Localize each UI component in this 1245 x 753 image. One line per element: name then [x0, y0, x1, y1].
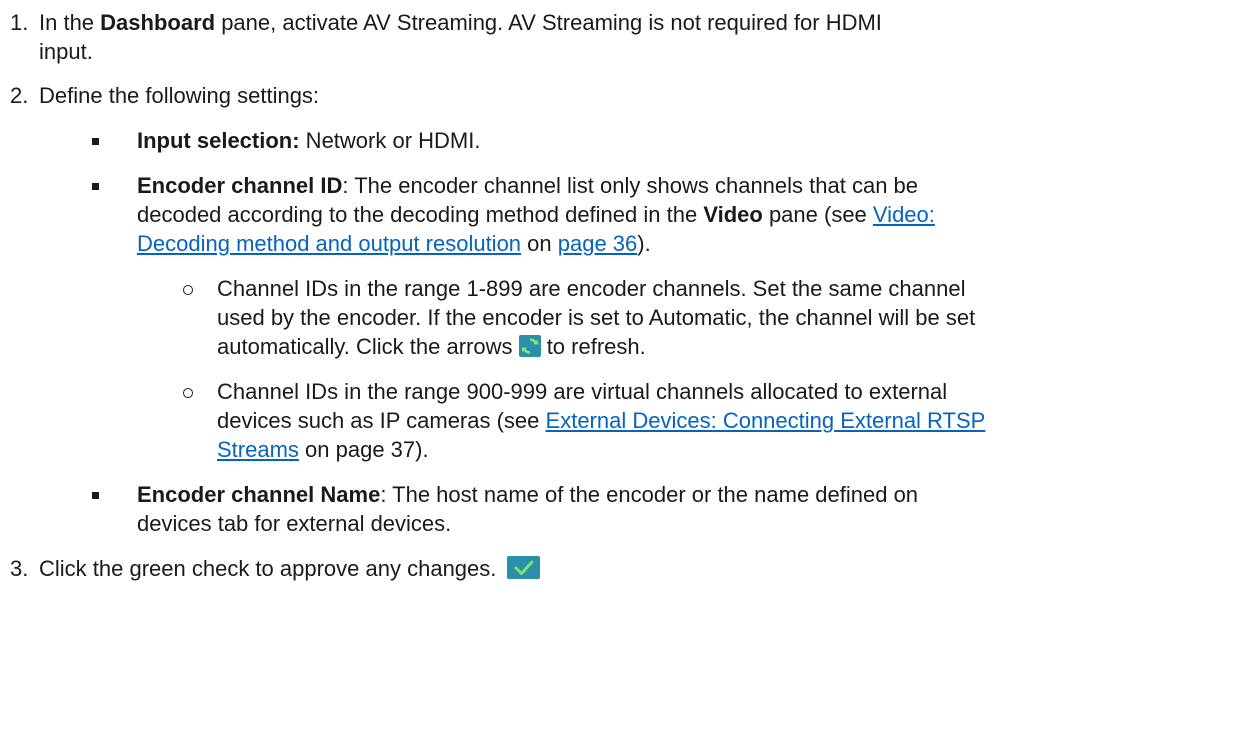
video-term: Video	[703, 202, 763, 227]
sub1-line3-post: to refresh.	[540, 334, 646, 359]
sub2-line3: Streams on page 37).	[217, 436, 429, 464]
sub1-line2: used by the encoder. If the encoder is s…	[217, 305, 976, 330]
video-decoding-link-cont[interactable]: Decoding method and output resolution	[137, 231, 521, 256]
external-devices-link[interactable]: External Devices: Connecting External RT…	[546, 408, 986, 433]
step-1-post: pane, activate AV Streaming. AV Streamin…	[215, 10, 882, 35]
page-36-link[interactable]: page 36	[558, 231, 638, 256]
step-3-number: 3.	[10, 556, 29, 581]
sub1-line3-pre: automatically. Click the arrows	[217, 334, 519, 359]
bullet-circle	[183, 388, 193, 398]
step-1-pre: In the	[39, 10, 101, 35]
check-icon[interactable]	[506, 556, 540, 586]
step-2-text: Define the following settings:	[39, 83, 320, 108]
sub2-line2-pre: devices such as IP cameras (see	[217, 408, 546, 433]
encoder-id-line2: decoded according to the decoding method…	[137, 201, 935, 229]
step-3-label: Click the green check to approve any cha…	[39, 556, 497, 581]
encoder-id-on: on	[521, 231, 558, 256]
bullet-circle	[183, 285, 193, 295]
input-selection-text: Network or HDMI.	[299, 128, 481, 153]
encoder-name-line2: devices tab for external devices.	[137, 511, 452, 536]
encoder-id-line3: Decoding method and output resolution on…	[137, 230, 651, 258]
encoder-id-line2-pre: decoded according to the decoding method…	[137, 202, 704, 227]
input-selection-label: Input selection:	[137, 128, 300, 153]
video-decoding-link[interactable]: Video:	[873, 202, 935, 227]
sub1-line1: Channel IDs in the range 1-899 are encod…	[217, 276, 966, 301]
encoder-id-line1: Encoder channel ID: The encoder channel …	[137, 172, 918, 200]
step-1-cont: input.	[39, 39, 93, 64]
refresh-icon[interactable]	[518, 335, 541, 364]
encoder-id-text: : The encoder channel list only shows ch…	[342, 173, 919, 198]
sub2-line2: devices such as IP cameras (see External…	[217, 407, 985, 435]
sub1-line3: automatically. Click the arrows to refre…	[217, 333, 646, 364]
step-1-text: In the Dashboard pane, activate AV Strea…	[39, 9, 882, 37]
bullet-square	[92, 183, 99, 190]
step-1-number: 1.	[10, 10, 29, 35]
external-devices-link-cont[interactable]: Streams	[217, 437, 299, 462]
bullet-square	[92, 138, 99, 145]
encoder-id-line2-post: pane (see	[762, 202, 873, 227]
sub2-line1: Channel IDs in the range 900-999 are vir…	[217, 379, 948, 404]
dashboard-term: Dashboard	[100, 10, 216, 35]
encoder-id-close: ).	[637, 231, 651, 256]
encoder-name-label: Encoder channel Name	[137, 482, 381, 507]
encoder-name-line1: Encoder channel Name: The host name of t…	[137, 481, 918, 509]
sub2-line3-post: on page 37).	[298, 437, 429, 462]
encoder-id-label: Encoder channel ID	[137, 173, 343, 198]
bullet-square	[92, 492, 99, 499]
step-3-text: Click the green check to approve any cha…	[39, 555, 540, 586]
step-2-number: 2.	[10, 83, 29, 108]
encoder-name-text: : The host name of the encoder or the na…	[380, 482, 919, 507]
input-selection-item: Input selection: Network or HDMI.	[137, 127, 480, 155]
